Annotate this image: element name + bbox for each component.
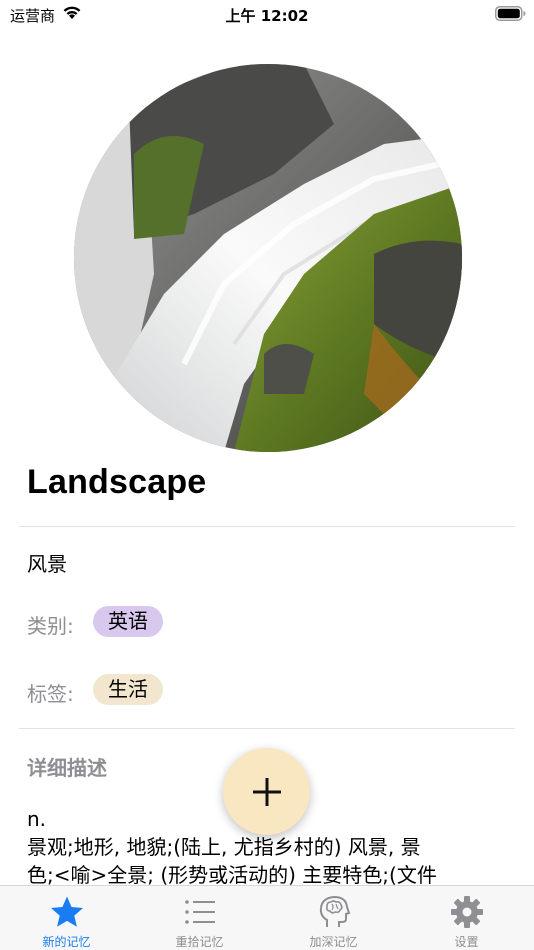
tab-new-memory[interactable]: 新的记忆 <box>0 886 133 950</box>
tab-label: 设置 <box>454 935 479 949</box>
plus-icon <box>252 777 281 806</box>
category-chip[interactable]: 英语 <box>93 606 163 637</box>
status-time: 上午 12:02 <box>225 7 309 25</box>
battery-icon <box>495 6 526 25</box>
gear-icon <box>450 895 484 929</box>
tab-settings[interactable]: 设置 <box>400 886 533 950</box>
divider <box>19 728 515 729</box>
star-icon <box>50 895 84 929</box>
tag-chip[interactable]: 生活 <box>93 674 163 705</box>
tag-label: 标签: <box>27 682 74 706</box>
word-image <box>74 64 462 452</box>
add-button[interactable] <box>223 748 310 835</box>
word-title: Landscape <box>27 463 207 501</box>
description-line: 景观;地形, 地貌;(陆上, 尤指乡村的) 风景, 景 <box>27 835 421 859</box>
tab-label: 加深记忆 <box>309 935 358 949</box>
category-label: 类别: <box>27 614 74 638</box>
description-title: 详细描述 <box>27 756 107 780</box>
tab-review-memory[interactable]: 重拾记忆 <box>133 886 266 950</box>
brain-head-icon <box>317 895 351 929</box>
tab-label: 新的记忆 <box>42 935 91 949</box>
tab-bar: 新的记忆 重拾记忆 加深记忆 设置 <box>0 885 534 950</box>
word-meaning: 风景 <box>27 552 67 576</box>
tab-deepen-memory[interactable]: 加深记忆 <box>267 886 400 950</box>
divider <box>19 526 515 527</box>
status-bar: 运营商 上午 12:02 <box>0 0 534 30</box>
tab-label: 重拾记忆 <box>175 935 224 949</box>
list-icon <box>183 895 217 929</box>
